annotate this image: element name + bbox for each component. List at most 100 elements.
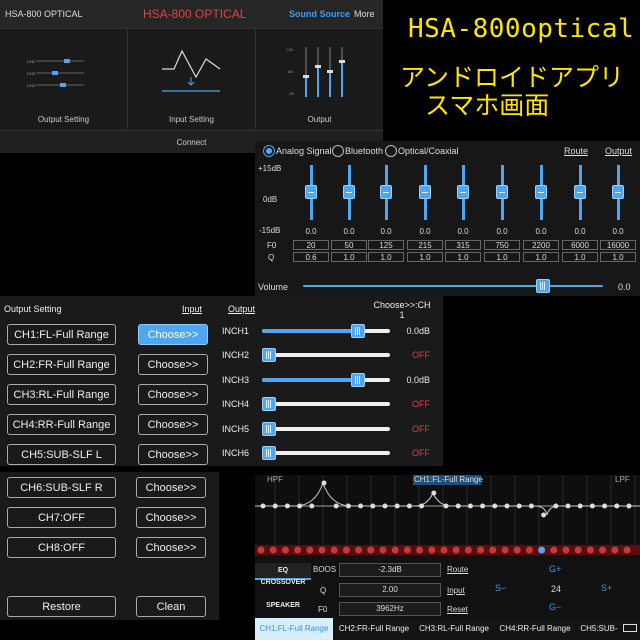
q-field[interactable]: 2.00 — [339, 583, 441, 597]
peq-band-point[interactable] — [382, 503, 388, 509]
volume-track[interactable] — [303, 285, 603, 287]
input-level-track[interactable] — [262, 451, 390, 455]
choose-button[interactable]: Choose>> — [138, 384, 208, 405]
eq-band-thumb[interactable] — [574, 185, 586, 199]
band-select-dot[interactable] — [330, 546, 338, 554]
peq-band-point[interactable] — [541, 512, 547, 518]
channel-button[interactable]: CH8:OFF — [7, 537, 116, 558]
gain-plus-button[interactable]: G+ — [549, 564, 561, 574]
band-select-dot[interactable] — [562, 546, 570, 554]
output-link[interactable]: Output — [228, 304, 255, 314]
gain-minus-button[interactable]: G− — [549, 602, 561, 612]
peq-graph[interactable] — [255, 475, 640, 545]
peq-band-point[interactable] — [626, 503, 632, 509]
band-select-dot[interactable] — [367, 546, 375, 554]
band-select-dot[interactable] — [550, 546, 558, 554]
band-select-dot[interactable] — [342, 546, 350, 554]
step-plus-button[interactable]: S+ — [601, 583, 612, 593]
side-tab-eq[interactable]: EQ — [255, 563, 311, 580]
tab-ch3[interactable]: CH3:RL-Full Range — [415, 618, 493, 640]
eq-band-thumb[interactable] — [380, 185, 392, 199]
step-minus-button[interactable]: S− — [495, 583, 506, 593]
choose-button[interactable]: Choose>> — [136, 537, 206, 558]
radio-optical[interactable]: Optical/Coaxial — [385, 144, 459, 158]
peq-band-point[interactable] — [297, 503, 303, 509]
peq-band-point[interactable] — [467, 503, 473, 509]
peq-band-point[interactable] — [589, 503, 595, 509]
peq-band-point[interactable] — [309, 503, 315, 509]
peq-band-point[interactable] — [272, 503, 278, 509]
band-select-dot[interactable] — [403, 546, 411, 554]
eq-band-f0-field[interactable]: 750 — [484, 240, 520, 250]
input-link[interactable]: Input — [182, 304, 202, 314]
band-select-dot[interactable] — [611, 546, 619, 554]
route-link[interactable]: Route — [447, 565, 468, 574]
choose-button[interactable]: Choose>> — [138, 354, 208, 375]
tab-ch1[interactable]: CH1:FL-Full Range — [255, 618, 333, 640]
peq-band-point[interactable] — [602, 503, 608, 509]
peq-band-point[interactable] — [284, 503, 290, 509]
eq-band-q-field[interactable]: 1.0 — [484, 252, 520, 262]
tab-ch2[interactable]: CH2:FR-Full Range — [335, 618, 413, 640]
eq-band-thumb[interactable] — [457, 185, 469, 199]
input-level-thumb[interactable] — [262, 422, 276, 436]
band-select-dot[interactable] — [464, 546, 472, 554]
band-select-dot[interactable] — [306, 546, 314, 554]
input-level-thumb[interactable] — [351, 373, 365, 387]
band-select-dot[interactable] — [440, 546, 448, 554]
channel-button[interactable]: CH1:FL-Full Range — [7, 324, 116, 345]
peq-band-point[interactable] — [394, 503, 400, 509]
peq-band-point[interactable] — [406, 503, 412, 509]
input-level-thumb[interactable] — [262, 397, 276, 411]
input-level-thumb[interactable] — [262, 348, 276, 362]
band-select-dot[interactable] — [501, 546, 509, 554]
clean-button[interactable]: Clean — [136, 596, 206, 617]
channel-button[interactable]: CH7:OFF — [7, 507, 116, 528]
choose-button[interactable]: Choose>> — [136, 507, 206, 528]
peq-band-point[interactable] — [504, 503, 510, 509]
band-select-dot[interactable] — [599, 546, 607, 554]
peq-band-point[interactable] — [516, 503, 522, 509]
output-setting-card[interactable]: CH1 CH2 CH3 Output Setting — [0, 29, 128, 129]
band-select-dot[interactable] — [477, 546, 485, 554]
band-select-dot[interactable] — [513, 546, 521, 554]
radio-analog[interactable]: Analog Signal — [263, 144, 332, 158]
eq-band-f0-field[interactable]: 6000 — [562, 240, 598, 250]
eq-band-q-field[interactable]: 1.0 — [523, 252, 559, 262]
eq-band-q-field[interactable]: 1.0 — [331, 252, 367, 262]
eq-band-q-field[interactable]: 0.6 — [293, 252, 329, 262]
tab-ch5[interactable]: CH5:SUB- — [577, 618, 621, 640]
peq-band-point[interactable] — [345, 503, 351, 509]
peq-band-point[interactable] — [614, 503, 620, 509]
volume-slider-thumb[interactable] — [536, 279, 550, 293]
peq-band-point[interactable] — [577, 503, 583, 509]
peq-band-point[interactable] — [431, 490, 437, 496]
route-link[interactable]: Route — [564, 146, 588, 156]
eq-band-q-field[interactable]: 1.0 — [407, 252, 443, 262]
reset-link[interactable]: Reset — [447, 605, 468, 614]
choose-button[interactable]: Choose>> — [138, 414, 208, 435]
peq-band-point[interactable] — [370, 503, 376, 509]
band-select-dot[interactable] — [269, 546, 277, 554]
band-select-dot[interactable] — [452, 546, 460, 554]
channel-button[interactable]: CH6:SUB-SLF R — [7, 477, 116, 498]
input-level-track[interactable] — [262, 402, 390, 406]
sound-source-link[interactable]: Sound Source — [289, 9, 350, 19]
peq-band-point[interactable] — [419, 503, 425, 509]
restore-button[interactable]: Restore — [7, 596, 116, 617]
choose-button[interactable]: Choose>> — [136, 477, 206, 498]
channel-button[interactable]: CH3:RL-Full Range — [7, 384, 116, 405]
band-select-dot[interactable] — [489, 546, 497, 554]
eq-band-thumb[interactable] — [343, 185, 355, 199]
band-select-dot[interactable] — [574, 546, 582, 554]
channel-button[interactable]: CH2:FR-Full Range — [7, 354, 116, 375]
eq-band-f0-field[interactable]: 50 — [331, 240, 367, 250]
side-tab-speaker[interactable]: SPEAKER — [255, 598, 311, 613]
band-select-dot[interactable] — [391, 546, 399, 554]
input-level-thumb[interactable] — [351, 324, 365, 338]
input-level-track[interactable] — [262, 353, 390, 357]
tab-ch4[interactable]: CH4:RR-Full Range — [495, 618, 575, 640]
choose-button[interactable]: Choose>> — [138, 444, 208, 465]
eq-band-f0-field[interactable]: 315 — [445, 240, 481, 250]
peq-band-point[interactable] — [528, 503, 534, 509]
